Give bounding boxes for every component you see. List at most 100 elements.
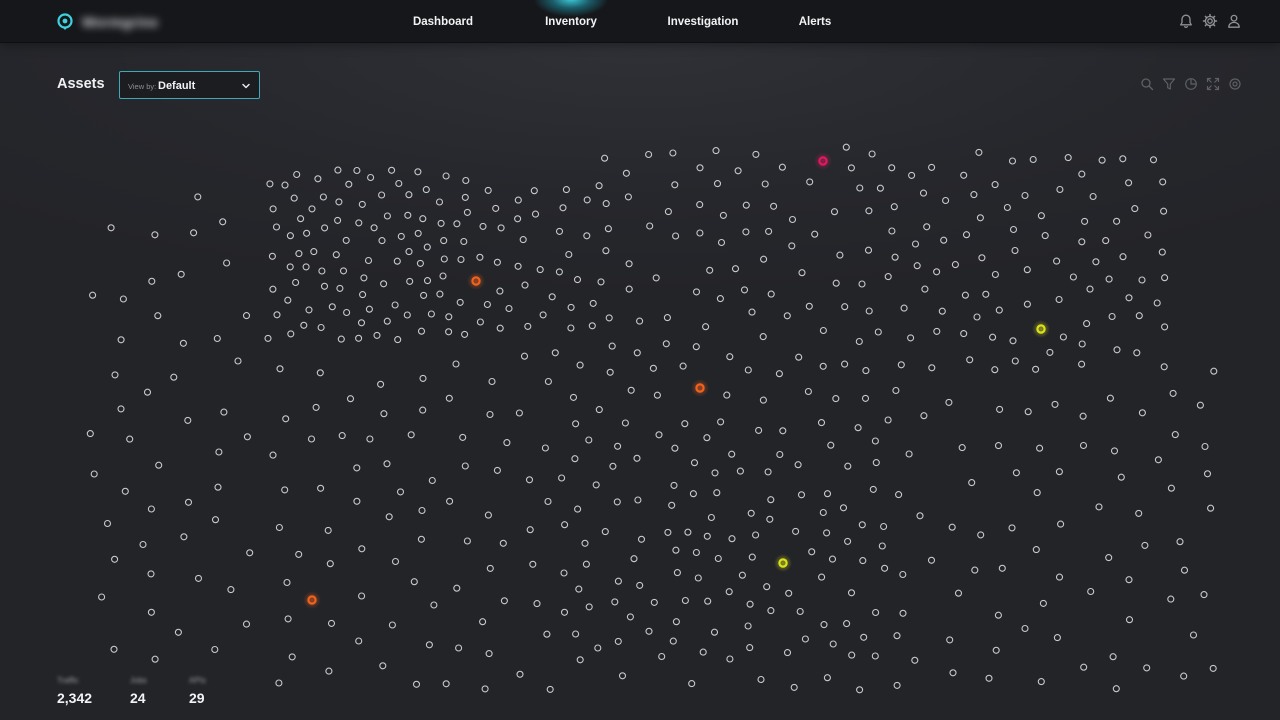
asset-node[interactable] bbox=[844, 462, 852, 470]
asset-node[interactable] bbox=[243, 433, 251, 441]
asset-node[interactable] bbox=[419, 406, 427, 414]
asset-node[interactable] bbox=[111, 555, 119, 563]
asset-node[interactable] bbox=[928, 364, 936, 372]
asset-node[interactable] bbox=[982, 290, 990, 298]
asset-node[interactable] bbox=[334, 216, 342, 224]
asset-node[interactable] bbox=[823, 674, 831, 682]
asset-node[interactable] bbox=[798, 269, 806, 277]
asset-node[interactable] bbox=[423, 277, 432, 285]
asset-node[interactable] bbox=[646, 222, 654, 230]
asset-node[interactable] bbox=[820, 621, 828, 629]
asset-node[interactable] bbox=[1109, 653, 1117, 661]
asset-node[interactable] bbox=[324, 526, 332, 534]
asset-node[interactable] bbox=[836, 251, 844, 259]
asset-node[interactable] bbox=[486, 410, 494, 419]
asset-node[interactable] bbox=[880, 522, 888, 531]
asset-node[interactable] bbox=[920, 412, 928, 420]
asset-node[interactable] bbox=[989, 333, 997, 341]
asset-node[interactable] bbox=[484, 186, 492, 194]
asset-node[interactable] bbox=[832, 279, 840, 287]
asset-node[interactable] bbox=[403, 311, 411, 319]
asset-node[interactable] bbox=[170, 373, 178, 381]
asset-node[interactable] bbox=[847, 589, 856, 597]
asset-node[interactable] bbox=[422, 186, 430, 194]
asset-node[interactable] bbox=[942, 196, 950, 205]
asset-node[interactable] bbox=[692, 343, 700, 351]
asset-node[interactable] bbox=[1087, 587, 1095, 596]
asset-node[interactable] bbox=[991, 181, 999, 189]
asset-node[interactable] bbox=[868, 150, 876, 158]
asset-node[interactable] bbox=[117, 405, 125, 413]
asset-node[interactable] bbox=[418, 506, 426, 515]
asset-node[interactable] bbox=[1154, 456, 1162, 464]
asset-node[interactable] bbox=[706, 266, 714, 274]
asset-node[interactable] bbox=[928, 163, 936, 171]
asset-node[interactable] bbox=[583, 232, 591, 240]
asset-node[interactable] bbox=[321, 224, 329, 232]
asset-node[interactable] bbox=[608, 342, 616, 350]
asset-node[interactable] bbox=[613, 498, 621, 506]
asset-node[interactable] bbox=[805, 302, 813, 310]
asset-node[interactable] bbox=[476, 318, 484, 326]
asset-node[interactable] bbox=[1113, 217, 1121, 225]
asset-node[interactable] bbox=[604, 225, 612, 233]
asset-node[interactable] bbox=[601, 528, 609, 536]
asset-node[interactable] bbox=[759, 396, 767, 404]
asset-node[interactable] bbox=[991, 366, 999, 374]
asset-node[interactable] bbox=[560, 569, 568, 577]
asset-node[interactable] bbox=[960, 171, 968, 179]
asset-node[interactable] bbox=[788, 215, 797, 224]
asset-node[interactable] bbox=[962, 231, 971, 239]
asset-node[interactable] bbox=[843, 620, 851, 628]
asset-node[interactable] bbox=[319, 193, 327, 201]
asset-node[interactable] bbox=[1149, 156, 1158, 164]
asset-node[interactable] bbox=[856, 686, 864, 694]
asset-node[interactable] bbox=[752, 150, 760, 158]
asset-node[interactable] bbox=[1125, 179, 1133, 187]
asset-node[interactable] bbox=[728, 450, 736, 458]
asset-node[interactable] bbox=[726, 353, 734, 361]
asset-node[interactable] bbox=[585, 436, 593, 444]
asset-node[interactable] bbox=[459, 433, 467, 441]
asset-node[interactable] bbox=[1102, 237, 1110, 245]
asset-node[interactable] bbox=[284, 615, 292, 623]
asset-node[interactable] bbox=[440, 255, 448, 263]
asset-node[interactable] bbox=[516, 670, 524, 678]
asset-node[interactable] bbox=[275, 523, 283, 532]
asset-node[interactable] bbox=[830, 208, 839, 216]
asset-node[interactable] bbox=[792, 527, 800, 535]
asset-node[interactable] bbox=[582, 560, 590, 568]
asset-node[interactable] bbox=[1079, 412, 1087, 420]
asset-node[interactable] bbox=[892, 386, 900, 395]
asset-node[interactable] bbox=[740, 286, 749, 294]
asset-node[interactable] bbox=[897, 361, 905, 369]
filter-icon[interactable] bbox=[1162, 77, 1176, 91]
asset-node[interactable] bbox=[1037, 212, 1045, 220]
asset-node[interactable] bbox=[460, 237, 468, 246]
asset-node[interactable] bbox=[266, 180, 274, 188]
asset-node[interactable] bbox=[1171, 431, 1179, 439]
asset-node[interactable] bbox=[757, 675, 765, 684]
asset-node[interactable] bbox=[1021, 624, 1029, 633]
asset-node[interactable] bbox=[970, 191, 978, 199]
asset-node[interactable] bbox=[536, 266, 544, 274]
asset-node[interactable] bbox=[1113, 346, 1121, 354]
asset-node[interactable] bbox=[555, 268, 563, 276]
asset-node[interactable] bbox=[529, 560, 537, 568]
asset-node[interactable] bbox=[327, 619, 336, 627]
asset-node[interactable] bbox=[748, 553, 756, 561]
asset-node[interactable] bbox=[525, 476, 534, 484]
asset-node[interactable] bbox=[561, 521, 569, 529]
asset-node[interactable] bbox=[1180, 566, 1189, 574]
asset-node[interactable] bbox=[703, 532, 711, 540]
asset-node[interactable] bbox=[405, 191, 413, 199]
asset-node[interactable] bbox=[973, 313, 981, 321]
asset-node[interactable] bbox=[385, 513, 393, 521]
asset-node[interactable] bbox=[98, 593, 106, 601]
asset-node[interactable] bbox=[1078, 170, 1086, 178]
asset-node[interactable] bbox=[574, 505, 582, 513]
asset-node[interactable] bbox=[874, 328, 882, 336]
asset-node[interactable] bbox=[606, 368, 614, 376]
asset-node[interactable] bbox=[1135, 509, 1143, 517]
asset-node[interactable] bbox=[855, 337, 863, 346]
